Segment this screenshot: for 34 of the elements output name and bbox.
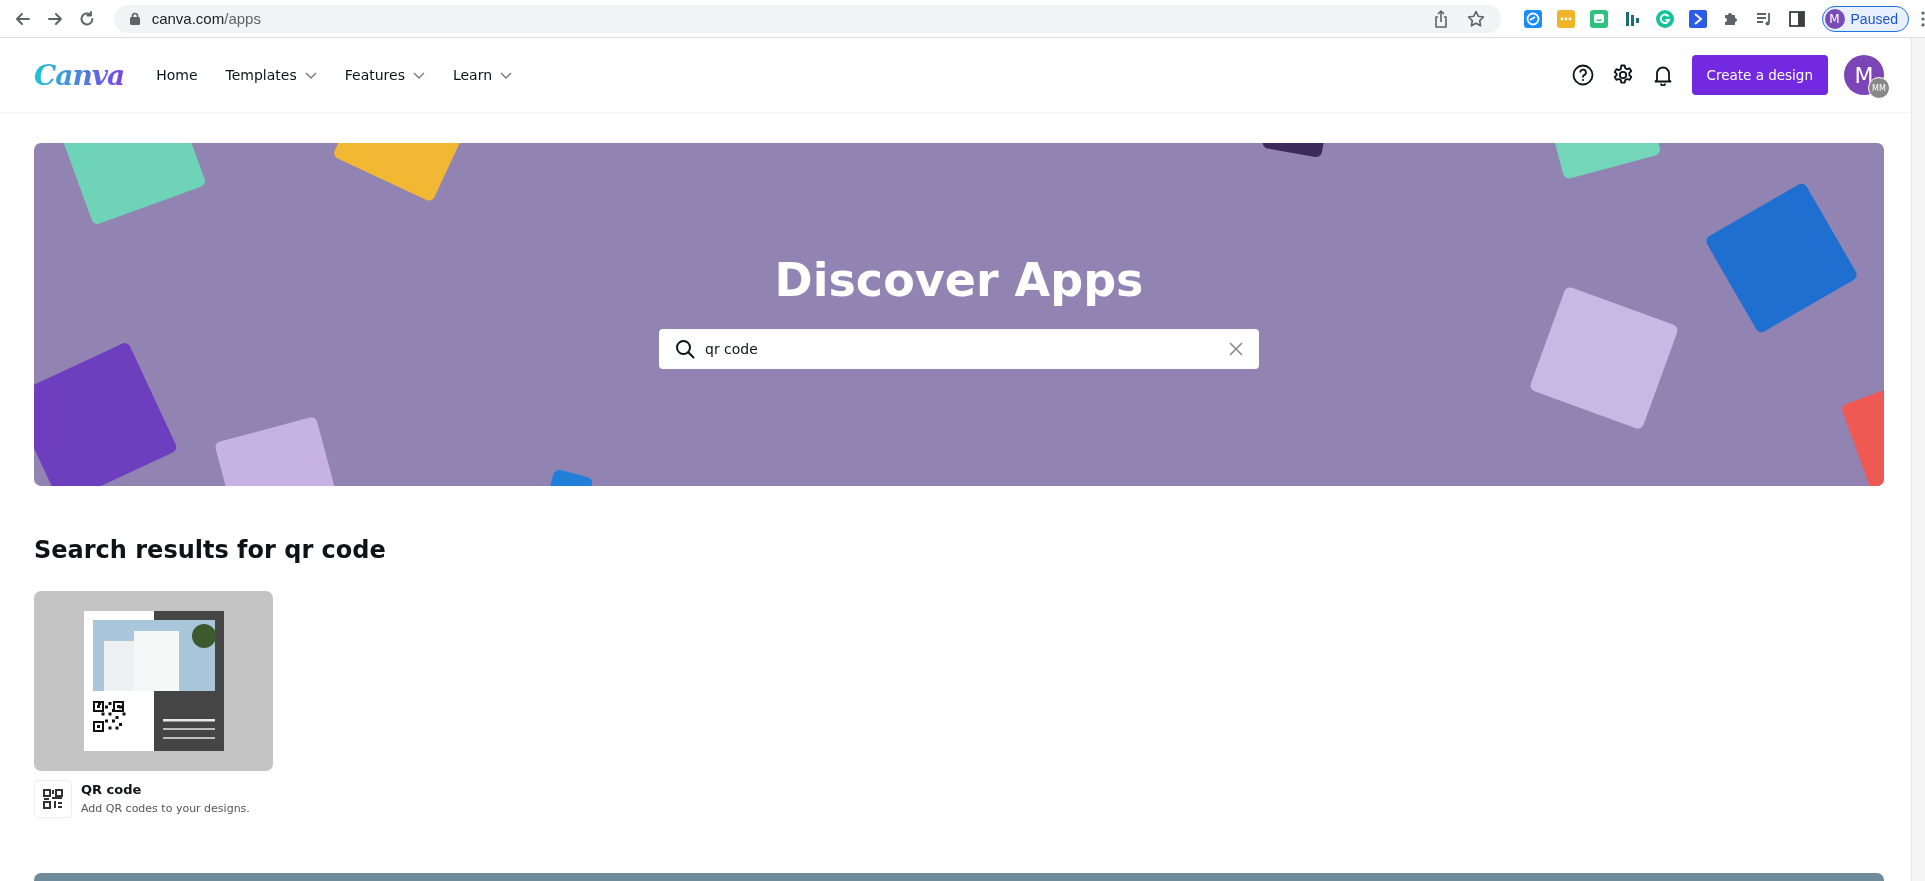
side-panel-icon[interactable] <box>1787 9 1806 28</box>
url-text: canva.com/apps <box>151 10 261 27</box>
search-icon <box>675 339 695 359</box>
chevron-down-icon <box>500 71 513 79</box>
nav-menu-item[interactable]: Learn <box>452 63 513 87</box>
qr-code-icon <box>43 789 63 809</box>
profile-avatar: M <box>1824 8 1845 29</box>
search-input[interactable]: qr code <box>705 341 1229 357</box>
nav-menu-item[interactable]: Home <box>156 63 198 87</box>
create-design-button[interactable]: Create a design <box>1691 55 1828 95</box>
chevron-down-icon <box>304 71 317 79</box>
kebab-menu-icon[interactable] <box>1921 10 1925 27</box>
search-field[interactable]: qr code <box>659 329 1259 369</box>
extension-icon[interactable] <box>1688 9 1707 28</box>
hero-title: Discover Apps <box>774 253 1144 307</box>
lock-icon <box>129 12 140 25</box>
settings-icon[interactable] <box>1611 64 1634 86</box>
app-description: Add QR codes to your designs. <box>81 802 250 815</box>
address-bar[interactable]: canva.com/apps <box>113 4 1501 33</box>
profile-status: Paused <box>1850 10 1898 27</box>
star-icon[interactable] <box>1466 9 1485 28</box>
help-icon[interactable] <box>1571 64 1594 86</box>
app-title[interactable]: QR code <box>81 782 250 797</box>
nav-menu-item[interactable]: Templates <box>225 63 317 87</box>
close-icon[interactable] <box>1229 342 1243 356</box>
app-icon[interactable] <box>34 780 72 818</box>
share-icon[interactable] <box>1432 9 1449 28</box>
profile-button[interactable]: M Paused <box>1821 5 1909 32</box>
chevron-down-icon <box>412 71 425 79</box>
app-preview[interactable] <box>34 591 273 771</box>
results-heading: Search results for qr code <box>34 536 387 566</box>
scrollbar[interactable] <box>1911 38 1925 881</box>
extension-icon[interactable] <box>1523 9 1542 28</box>
nav-menu-item[interactable]: Features <box>344 63 425 87</box>
